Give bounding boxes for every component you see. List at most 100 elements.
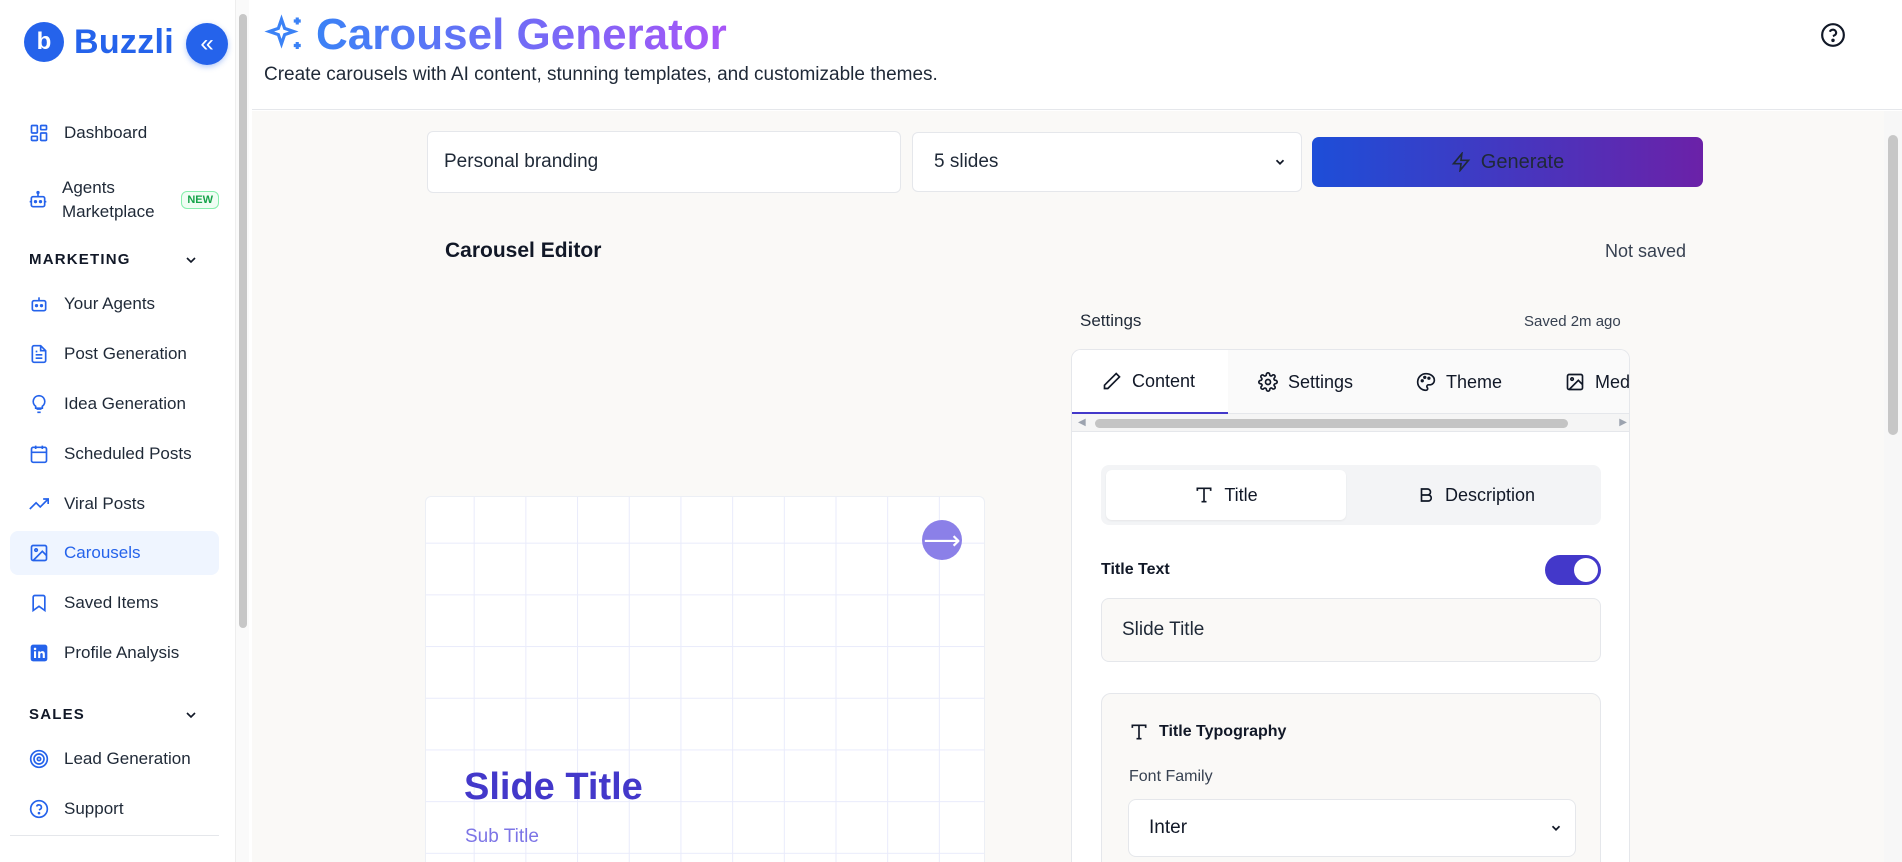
chevrons-left-icon: « [200,30,214,57]
image-icon [28,542,50,564]
sidebar-item-label: Lead Generation [64,749,191,768]
font-family-label: Font Family [1129,768,1213,785]
palette-icon [1416,372,1436,392]
segment-description[interactable]: Description [1356,470,1596,520]
tabs-scrollbar[interactable]: ◀ ▶ [1072,414,1629,432]
font-family-select[interactable]: Inter [1128,799,1576,857]
section-marketing[interactable]: MARKETING [29,251,199,268]
sidebar-item-support[interactable]: Support [10,787,219,831]
sidebar-item-lead-generation[interactable]: Lead Generation [10,737,219,781]
sidebar-item-label: Your Agents [64,294,156,313]
sidebar-item-scheduled-posts[interactable]: Scheduled Posts [10,432,219,476]
sidebar-item-profile-analysis[interactable]: Profile Analysis [10,631,219,675]
sidebar-scrollbar[interactable] [235,0,249,862]
sidebar-item-idea-generation[interactable]: Idea Generation [10,382,219,426]
title-text-toggle[interactable] [1545,555,1601,585]
settings-tabs: Content Settings Theme Med [1072,350,1630,414]
font-family-value: Inter [1149,817,1188,838]
brand-name: Buzzli [74,22,175,61]
document-icon [28,343,50,365]
slide-title[interactable]: Slide Title [464,766,643,809]
slides-count-value: 5 slides [934,151,999,172]
sidebar-item-label: Dashboard [64,123,148,142]
scrollbar-thumb[interactable] [1095,419,1568,428]
save-status: Not saved [1605,241,1687,261]
sidebar-item-post-generation[interactable]: Post Generation [10,332,219,376]
tab-media[interactable]: Med [1565,350,1630,414]
scrollbar-thumb[interactable] [1888,135,1898,435]
segment-label: Title [1224,484,1258,505]
text-icon [1131,724,1147,740]
page-title: Carousel Generator [264,10,727,60]
target-icon [28,748,50,770]
next-slide-arrow-icon[interactable]: ⟶ [922,520,962,560]
collapse-sidebar-button[interactable]: « [186,23,228,65]
sidebar-item-your-agents[interactable]: Your Agents [10,282,219,326]
sidebar-item-label: Support [64,799,124,818]
topic-input[interactable]: Personal branding [427,131,901,193]
gear-icon [1258,372,1278,392]
lightbulb-icon [28,393,50,415]
slides-count-select[interactable]: 5 slides [912,132,1302,192]
page-subtitle: Create carousels with AI content, stunni… [264,64,938,85]
scroll-left-icon[interactable]: ◀ [1078,417,1086,428]
slide-subtitle[interactable]: Sub Title [465,826,539,848]
segment-label: Description [1444,484,1536,505]
toggle-knob [1574,558,1598,582]
title-description-toggle: Title Description [1101,465,1601,525]
page-header: Carousel Generator Create carousels with… [252,0,1902,110]
sidebar-item-agents-marketplace[interactable]: Agents Marketplace NEW [10,172,219,228]
lightning-icon [1451,152,1471,172]
sidebar-item-carousels[interactable]: Carousels [10,531,219,575]
scroll-right-icon[interactable]: ▶ [1619,417,1627,428]
tab-label: Content [1132,370,1196,391]
calendar-icon [28,443,50,465]
sidebar-item-label: Viral Posts [64,494,145,513]
image-icon [1566,373,1584,391]
tab-content[interactable]: Content [1072,350,1228,414]
sidebar-item-label: Idea Generation [64,394,186,413]
bold-icon [1420,488,1432,502]
sidebar-divider [10,835,219,836]
settings-panel: Content Settings Theme Med ◀ ▶ Title Des… [1071,349,1630,862]
title-text-input[interactable]: Slide Title [1101,598,1601,662]
section-sales[interactable]: SALES [29,706,199,723]
page-title-text: Carousel Generator [316,10,727,59]
section-title: MARKETING [29,251,131,268]
new-badge: NEW [181,191,219,209]
tab-label: Med [1595,371,1630,392]
dashboard-icon [28,122,50,144]
editor-title: Carousel Editor [445,239,602,262]
help-icon [28,798,50,820]
title-typography-card: Title Typography Font Family Inter [1101,693,1601,862]
main-scrollbar[interactable] [1884,111,1902,862]
sparkles-icon [264,14,301,49]
brand[interactable]: b Buzzli [24,22,174,62]
help-button[interactable] [1820,22,1846,48]
chevron-down-icon [186,256,196,263]
title-text-label: Title Text [1101,561,1170,578]
generate-label: Generate [1480,150,1565,173]
scrollbar-thumb[interactable] [239,14,247,628]
generate-button[interactable]: Generate [1312,137,1703,187]
chevron-down-icon [186,711,196,718]
bookmark-icon [28,592,50,614]
tab-settings[interactable]: Settings [1258,350,1353,414]
brand-logo: b [24,22,64,62]
sidebar-item-label: Agents Marketplace [62,178,155,221]
typography-header: Title Typography [1129,722,1286,742]
sidebar-item-saved-items[interactable]: Saved Items [10,581,219,625]
chevron-down-icon [1275,159,1285,165]
trending-icon [28,493,50,515]
segment-title[interactable]: Title [1106,470,1346,520]
settings-label: Settings [1080,311,1142,330]
sidebar-item-viral-posts[interactable]: Viral Posts [10,482,219,526]
section-title: SALES [29,706,86,723]
tab-theme[interactable]: Theme [1416,350,1502,414]
robot-icon [28,293,50,315]
linkedin-icon [28,642,50,664]
sidebar-item-label: Carousels [64,543,141,562]
sidebar-item-dashboard[interactable]: Dashboard [10,111,219,155]
text-icon [1196,487,1212,503]
sidebar-item-label: Saved Items [64,593,159,612]
